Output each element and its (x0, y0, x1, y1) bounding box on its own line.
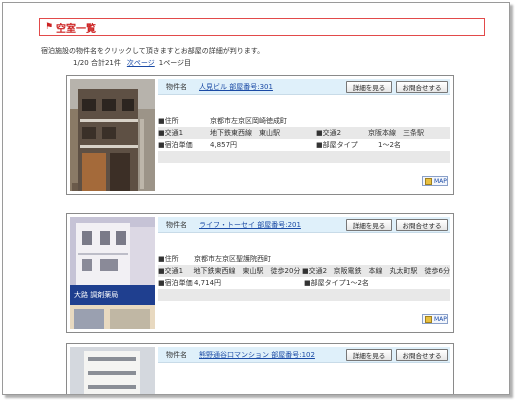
pager-count: 1/20 合計21件 (73, 59, 121, 67)
listing-details: ■住所 京都市左京区岡崎徳成町 ■交通1 地下鉄東西線 東山駅 ■交通2 京阪本… (158, 115, 450, 163)
pharmacy-sign: 大路 調剤薬局 (74, 290, 118, 299)
listing-name-link[interactable]: 人見ビル 部屋番号:301 (199, 82, 273, 92)
room-type-value: 1〜2名 (346, 279, 369, 287)
inquiry-button[interactable]: お問合せする (396, 349, 448, 361)
page-frame: ⚑ 空室一覧 宿泊施設の物件名をクリックして頂きますとお部屋の詳細が判ります。 … (2, 2, 510, 395)
listing-info: 物件名 熊野通谷口マンション 部屋番号:102 詳細を見る お問合せする (158, 347, 450, 394)
price-value: 4,857円 (210, 141, 238, 149)
inquiry-button[interactable]: お問合せする (396, 219, 448, 231)
detail-button[interactable]: 詳細を見る (346, 349, 392, 361)
inquiry-button[interactable]: お問合せする (396, 81, 448, 93)
price-label: ■宿泊単価 (158, 279, 193, 287)
map-label: MAP (434, 315, 447, 323)
name-label: 物件名 (166, 350, 187, 359)
transit1-value: 地下鉄東西線 東山駅 (210, 129, 280, 137)
name-label: 物件名 (166, 220, 187, 229)
room-type-label: ■部屋タイプ (304, 279, 346, 287)
transit2-value: 京阪電鉄 本線 丸太町駅 徒歩6分 (333, 267, 450, 275)
price-value: 4,714円 (194, 279, 222, 287)
page-title: 空室一覧 (56, 23, 96, 35)
map-icon (425, 315, 432, 323)
pager: 1/20 合計21件 次ページ 1ページ目 (73, 58, 191, 68)
address-value: 京都市左京区岡崎徳成町 (210, 117, 287, 125)
map-button[interactable]: MAP (422, 176, 448, 186)
detail-button[interactable]: 詳細を見る (346, 219, 392, 231)
intro-text: 宿泊施設の物件名をクリックして頂きますとお部屋の詳細が判ります。 (41, 47, 265, 55)
page-title-bar: ⚑ 空室一覧 (39, 18, 485, 36)
price-label: ■宿泊単価 (158, 141, 193, 149)
listing-info: 物件名 人見ビル 部屋番号:301 詳細を見る お問合せする ■住所 京都市左京… (158, 79, 450, 191)
transit2-label: ■交通2 (316, 129, 342, 137)
transit-row: ■交通1 地下鉄東西線 東山駅 徒歩20分 ■交通2 京阪電鉄 本線 丸太町駅 … (158, 265, 450, 277)
room-type-value: 1〜2名 (378, 141, 401, 149)
listing-info: 物件名 ライフ・トーセイ 部屋番号:201 詳細を見る お問合せする ■住所 京… (158, 217, 450, 329)
address-label: ■住所 (158, 117, 179, 125)
address-value: 京都市左京区聖護院西町 (194, 255, 271, 263)
address-row: ■住所 京都市左京区聖護院西町 (158, 253, 450, 265)
flag-icon: ⚑ (45, 22, 54, 32)
map-icon (425, 177, 432, 185)
listing-card: 大路 調剤薬局 物件名 ライフ・トーセイ 部屋番号:201 詳細を見る お問合せ… (66, 213, 454, 333)
address-row: ■住所 京都市左京区岡崎徳成町 (158, 115, 450, 127)
map-label: MAP (434, 177, 447, 185)
transit1-label: ■交通1 (158, 267, 184, 275)
price-row: ■宿泊単価 4,714円 ■部屋タイプ 1〜2名 (158, 277, 450, 289)
price-row: ■宿泊単価 4,857円 ■部屋タイプ 1〜2名 (158, 139, 450, 151)
next-page-link[interactable]: 次ページ (127, 59, 155, 67)
listing-name-link[interactable]: ライフ・トーセイ 部屋番号:201 (199, 220, 301, 230)
spacer-row (158, 151, 450, 163)
transit-row: ■交通1 地下鉄東西線 東山駅 ■交通2 京阪本線 三条駅 (158, 127, 450, 139)
property-photo[interactable] (70, 79, 155, 191)
property-photo[interactable] (70, 347, 155, 394)
spacer-row (158, 289, 450, 301)
pager-page: 1ページ目 (158, 59, 192, 67)
detail-button[interactable]: 詳細を見る (346, 81, 392, 93)
room-type-label: ■部屋タイプ (316, 141, 358, 149)
listing-details: ■住所 京都市左京区聖護院西町 ■交通1 地下鉄東西線 東山駅 徒歩20分 ■交… (158, 253, 450, 301)
address-label: ■住所 (158, 255, 179, 263)
transit2-value: 京阪本線 三条駅 (368, 129, 424, 137)
name-label: 物件名 (166, 82, 187, 91)
listing-name-link[interactable]: 熊野通谷口マンション 部屋番号:102 (199, 350, 315, 360)
transit2-label: ■交通2 (301, 267, 328, 275)
property-photo[interactable]: 大路 調剤薬局 (70, 217, 155, 329)
transit1-label: ■交通1 (158, 129, 184, 137)
map-button[interactable]: MAP (422, 314, 448, 324)
listing-card: 物件名 熊野通谷口マンション 部屋番号:102 詳細を見る お問合せする (66, 343, 454, 394)
transit1-value: 地下鉄東西線 東山駅 徒歩20分 (193, 267, 301, 275)
listing-card: 物件名 人見ビル 部屋番号:301 詳細を見る お問合せする ■住所 京都市左京… (66, 75, 454, 195)
